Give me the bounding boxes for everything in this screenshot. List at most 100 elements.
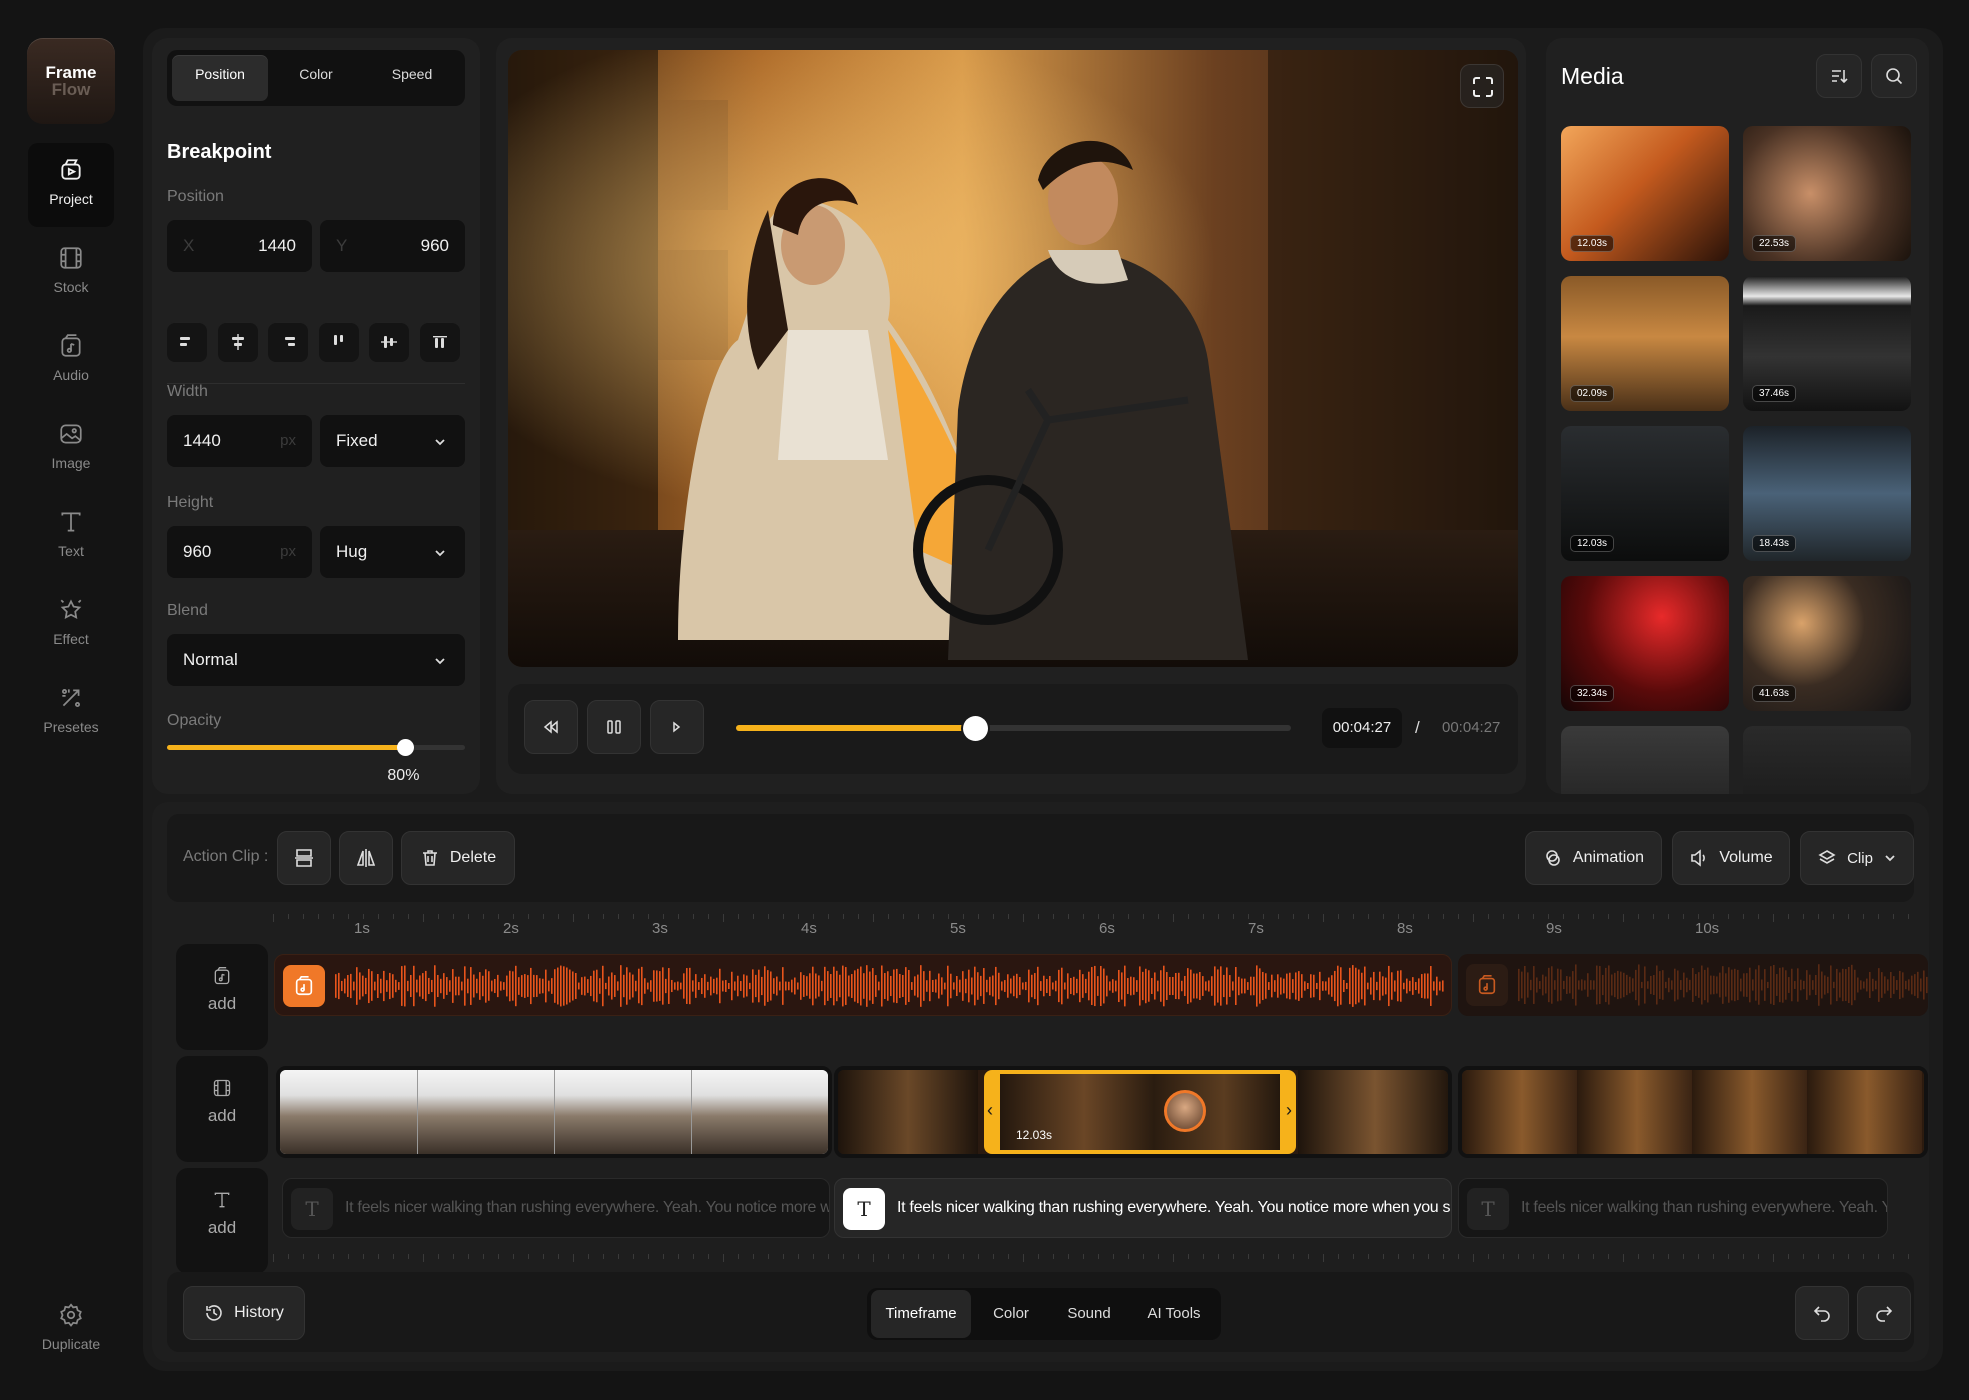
ruler-minor-tick — [588, 1254, 589, 1259]
y-field[interactable]: Y 960 — [320, 220, 465, 272]
media-item[interactable] — [1561, 726, 1729, 794]
ruler-tick-label: 6s — [1099, 920, 1115, 937]
history-button[interactable]: History — [183, 1286, 305, 1340]
media-item[interactable]: 02.09s — [1561, 276, 1729, 411]
add-label: add — [207, 1106, 237, 1125]
align-bottom-button[interactable] — [420, 322, 460, 362]
media-item[interactable]: 22.53s — [1743, 126, 1911, 261]
media-item[interactable]: 12.03s — [1561, 126, 1729, 261]
height-field[interactable]: 960 px — [167, 526, 312, 578]
seek-knob[interactable] — [962, 716, 988, 741]
ruler-minor-tick — [393, 914, 394, 919]
sidebar-item-stock[interactable]: Stock — [28, 231, 114, 315]
blend-select[interactable]: Normal — [167, 634, 465, 686]
mirror-button[interactable] — [339, 831, 393, 885]
redo-button[interactable] — [1857, 1286, 1911, 1340]
split-button[interactable] — [277, 831, 331, 885]
audio-clip-handle[interactable] — [1466, 964, 1508, 1006]
ruler-minor-tick — [1038, 1254, 1039, 1259]
video-clip[interactable] — [1458, 1066, 1928, 1158]
ruler-minor-tick — [1593, 914, 1594, 919]
sidebar-item-image[interactable]: Image — [28, 407, 114, 491]
audio-clip[interactable] — [274, 954, 1452, 1016]
tab-speed[interactable]: Speed — [364, 55, 460, 101]
sidebar-item-presets[interactable]: Presetes — [28, 671, 114, 755]
forward-button[interactable] — [650, 700, 704, 754]
tab-timeframe[interactable]: Timeframe — [871, 1290, 971, 1338]
delete-label: Delete — [449, 849, 497, 866]
clip-dropdown[interactable]: Clip — [1800, 831, 1914, 885]
ruler-minor-tick — [453, 1254, 454, 1259]
width-field[interactable]: 1440 px — [167, 415, 312, 467]
volume-button[interactable]: Volume — [1672, 831, 1790, 885]
fullscreen-button[interactable] — [1460, 64, 1504, 108]
delete-button[interactable]: Delete — [401, 831, 515, 885]
media-search-button[interactable] — [1871, 54, 1917, 98]
video-clip[interactable]: ‹ 12.03s › — [834, 1066, 1452, 1158]
seek-bar[interactable] — [736, 716, 1291, 741]
tab-position[interactable]: Position — [172, 55, 268, 101]
video-clip[interactable] — [276, 1066, 832, 1158]
trim-left-handle[interactable]: ‹ — [987, 1100, 993, 1121]
undo-button[interactable] — [1795, 1286, 1849, 1340]
align-left-button[interactable] — [167, 322, 207, 362]
sidebar-item-audio[interactable]: Audio — [28, 319, 114, 403]
ruler-minor-tick — [618, 1254, 619, 1259]
ruler-minor-tick — [1683, 914, 1684, 919]
width-mode-select[interactable]: Fixed — [320, 415, 465, 467]
media-item[interactable]: 18.43s — [1743, 426, 1911, 561]
opacity-slider-knob[interactable] — [397, 739, 415, 756]
avatar[interactable] — [1164, 1090, 1206, 1132]
rewind-button[interactable] — [524, 700, 578, 754]
opacity-slider[interactable] — [167, 739, 465, 756]
media-item[interactable] — [1743, 726, 1911, 794]
ruler-tick-label: 5s — [950, 920, 966, 937]
tab-color[interactable]: Color — [975, 1290, 1047, 1338]
caption-clip[interactable]: T It feels nicer walking than rushing ev… — [1458, 1178, 1888, 1238]
sort-button[interactable] — [1816, 54, 1862, 98]
media-item[interactable]: 41.63s — [1743, 576, 1911, 711]
media-item[interactable]: 12.03s — [1561, 426, 1729, 561]
caption-text: It feels nicer walking than rushing ever… — [345, 1199, 829, 1216]
animation-button[interactable]: Animation — [1525, 831, 1662, 885]
audio-clip-handle[interactable] — [283, 965, 325, 1007]
tab-ai-tools[interactable]: AI Tools — [1131, 1290, 1217, 1338]
tab-sound[interactable]: Sound — [1049, 1290, 1129, 1338]
caption-clip-selected[interactable]: T It feels nicer walking than rushing ev… — [834, 1178, 1452, 1238]
animation-label: Animation — [1572, 849, 1645, 866]
sidebar-item-duplicate[interactable]: Duplicate — [28, 1288, 114, 1372]
align-bottom-icon — [433, 336, 447, 348]
x-field[interactable]: X 1440 — [167, 220, 312, 272]
align-center-v-button[interactable] — [369, 322, 409, 362]
audio-clip[interactable] — [1458, 954, 1928, 1016]
ruler-minor-tick — [363, 914, 364, 919]
ruler-minor-tick — [1578, 914, 1579, 919]
ruler-minor-tick — [798, 914, 799, 919]
align-top-button[interactable] — [319, 322, 359, 362]
text-track-add[interactable]: add — [176, 1168, 268, 1274]
x-value: 1440 — [258, 236, 296, 255]
pause-button[interactable] — [587, 700, 641, 754]
video-preview[interactable] — [508, 50, 1518, 667]
caption-clip[interactable]: T It feels nicer walking than rushing ev… — [282, 1178, 830, 1238]
media-item[interactable]: 32.34s — [1561, 576, 1729, 711]
ruler-minor-tick — [573, 914, 574, 922]
ruler-minor-tick — [918, 914, 919, 919]
ruler-minor-tick — [708, 1254, 709, 1259]
tab-color[interactable]: Color — [268, 55, 364, 101]
audio-track-add[interactable]: add — [176, 944, 268, 1050]
video-track-add[interactable]: add — [176, 1056, 268, 1162]
selected-clip-range[interactable]: ‹ 12.03s › — [984, 1070, 1296, 1154]
app-logo[interactable]: Frame Flow — [27, 38, 115, 124]
align-right-button[interactable] — [268, 322, 308, 362]
align-center-h-button[interactable] — [218, 322, 258, 362]
media-item[interactable]: 37.46s — [1743, 276, 1911, 411]
sidebar-item-effect[interactable]: Effect — [28, 583, 114, 667]
ruler-minor-tick — [1158, 914, 1159, 919]
text-icon: T — [291, 1188, 333, 1230]
sidebar-item-text[interactable]: Text — [28, 495, 114, 579]
sidebar-item-project[interactable]: Project — [28, 143, 114, 227]
height-mode-select[interactable]: Hug — [320, 526, 465, 578]
ruler-minor-tick — [693, 1254, 694, 1259]
trim-right-handle[interactable]: › — [1286, 1100, 1292, 1121]
